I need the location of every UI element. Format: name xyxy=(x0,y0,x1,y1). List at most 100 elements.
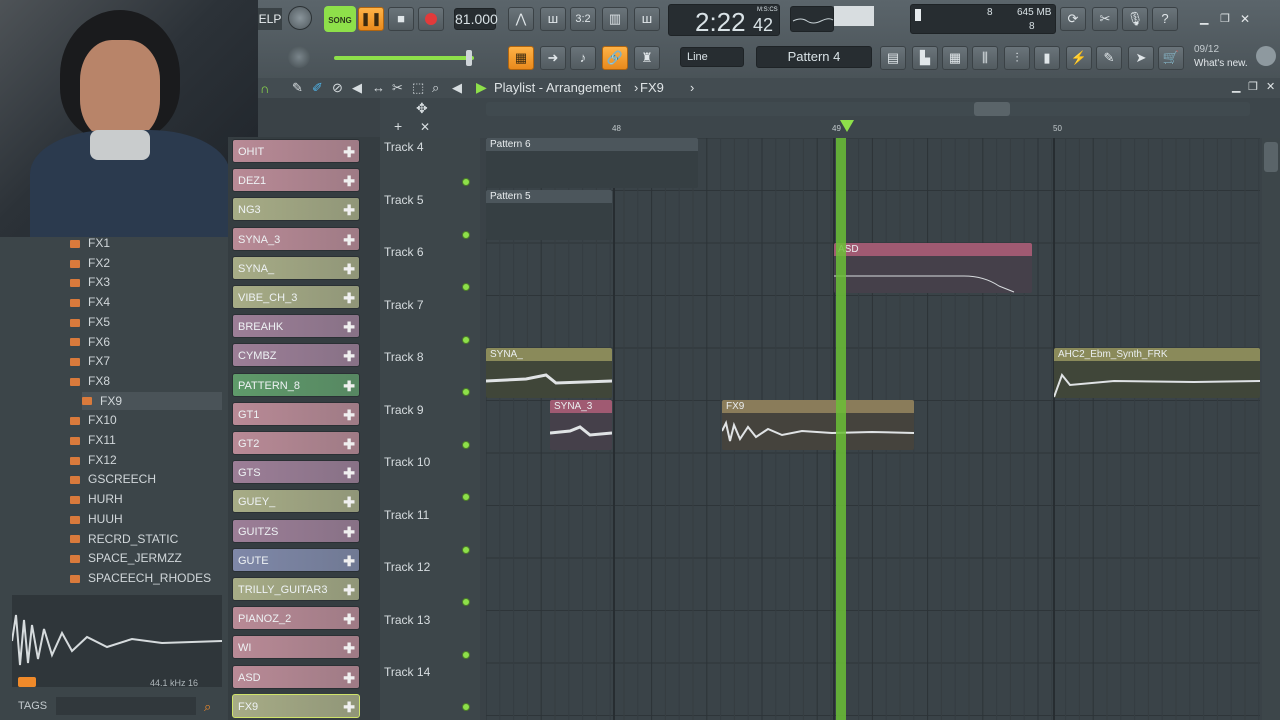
loop-record-icon[interactable]: ш xyxy=(634,7,660,31)
track-label[interactable]: Track 10 xyxy=(384,455,430,469)
channel-button[interactable]: GT2 ✚ xyxy=(232,431,360,455)
help-icon[interactable]: ? xyxy=(1152,7,1178,31)
track-mute-led[interactable] xyxy=(462,440,470,449)
browser-item[interactable]: HUUH xyxy=(70,510,123,528)
channel-button[interactable]: GUTE ✚ xyxy=(232,547,360,572)
browser-item[interactable]: FX12 xyxy=(70,451,117,469)
clip-syna[interactable]: SYNA_ xyxy=(486,348,612,398)
channel-button[interactable]: NG3 ✚ xyxy=(232,197,360,222)
track-label[interactable]: Track 14 xyxy=(384,665,430,679)
playhead-marker[interactable] xyxy=(840,120,854,132)
preview-play-icon[interactable] xyxy=(18,677,36,687)
track-mute-led[interactable] xyxy=(462,493,470,501)
browser-item[interactable]: FX4 xyxy=(70,293,110,311)
playlist-scrollbar[interactable] xyxy=(486,102,1250,116)
clip-ahc2-ebm-synth[interactable]: AHC2_Ebm_Synth_FRK xyxy=(1054,348,1260,398)
browser-item[interactable]: GSCREECH xyxy=(70,470,156,488)
channel-button[interactable]: VIBE_CH_3 ✚ xyxy=(232,285,360,309)
zoom-icon[interactable]: ⌕ xyxy=(432,80,439,96)
channel-move-icon[interactable]: ✚ xyxy=(343,432,355,454)
track-mute-led[interactable] xyxy=(462,650,470,659)
playlist-close-icon[interactable]: ✕ xyxy=(1266,80,1275,93)
select-icon[interactable]: ⬚ xyxy=(412,80,424,96)
close-icon[interactable]: ✕ xyxy=(1240,12,1254,26)
tempo-display[interactable]: 81.000 xyxy=(454,8,498,30)
browser-item[interactable]: FX1 xyxy=(70,234,110,252)
channel-button[interactable]: BREAHK ✚ xyxy=(232,314,360,339)
playlist-ruler[interactable]: + ✕ ✥ 48 49 50 xyxy=(380,98,1280,138)
channel-move-icon[interactable]: ✚ xyxy=(343,315,355,337)
channel-button[interactable]: GTS ✚ xyxy=(232,460,360,485)
channel-move-icon[interactable]: ✚ xyxy=(343,257,355,279)
channel-move-icon[interactable]: ✚ xyxy=(343,578,355,600)
vscroll-handle[interactable] xyxy=(1264,142,1278,172)
track-mute-led[interactable] xyxy=(462,545,470,554)
channel-move-icon[interactable]: ✚ xyxy=(343,403,355,425)
browser-item[interactable]: FX2 xyxy=(70,254,110,272)
master-volume-knob[interactable] xyxy=(288,6,312,30)
clip-syna-3[interactable]: SYNA_3 xyxy=(550,400,612,450)
clip-fx9[interactable]: FX9 xyxy=(722,400,914,450)
stamp-icon[interactable]: ♜ xyxy=(634,46,660,70)
browser-icon[interactable]: ▮ xyxy=(1034,46,1060,70)
channel-move-icon[interactable]: ✚ xyxy=(343,490,355,512)
channel-button[interactable]: OHIT ✚ xyxy=(232,139,360,163)
zoom-handle-icon[interactable]: ✥ xyxy=(416,100,428,117)
restore-icon[interactable]: ❐ xyxy=(1220,12,1234,25)
channel-button[interactable]: PATTERN_8 ✚ xyxy=(232,372,360,397)
channel-button[interactable]: SYNA_3 ✚ xyxy=(232,226,360,251)
channel-move-icon[interactable]: ✚ xyxy=(343,140,355,162)
browser-item[interactable]: FX10 xyxy=(70,411,117,429)
channel-move-icon[interactable]: ✚ xyxy=(343,344,355,366)
channel-button[interactable]: GT1 ✚ xyxy=(232,401,360,426)
channel-move-icon[interactable]: ✚ xyxy=(343,695,355,717)
channel-button[interactable]: ASD ✚ xyxy=(232,664,360,689)
channel-move-icon[interactable]: ✚ xyxy=(343,666,355,688)
wait-input-icon[interactable]: ш xyxy=(540,7,566,31)
browser-item[interactable]: SPACE_JERMZZ xyxy=(70,549,182,567)
globe-icon[interactable] xyxy=(1256,46,1276,66)
channel-move-icon[interactable]: ✚ xyxy=(343,636,355,658)
channel-rack-icon[interactable]: ▦ xyxy=(942,46,968,70)
search-icon[interactable]: ⌕ xyxy=(204,699,211,715)
track-label[interactable]: Track 7 xyxy=(384,298,424,312)
track-mute-led[interactable] xyxy=(462,178,470,186)
browser-item[interactable]: FX11 xyxy=(70,431,116,449)
browser-item[interactable]: FX5 xyxy=(70,313,110,331)
tools-icon[interactable]: ✎ xyxy=(1096,46,1122,70)
track-mute-led[interactable] xyxy=(462,703,470,711)
clip-pattern-6[interactable]: Pattern 6 xyxy=(486,138,698,188)
playlist-minimize-icon[interactable]: ▁ xyxy=(1232,80,1240,93)
channel-button[interactable]: GUEY_ ✚ xyxy=(232,489,360,514)
step-edit-icon[interactable]: ▥ xyxy=(602,7,628,31)
play-pattern-icon[interactable]: ▶ xyxy=(476,79,487,96)
track-mute-led[interactable] xyxy=(462,230,470,239)
master-volume-slider[interactable] xyxy=(334,56,474,60)
slip-icon[interactable]: ↔ xyxy=(372,80,385,95)
link-icon[interactable]: 🔗 xyxy=(602,46,628,70)
track-label[interactable]: Track 13 xyxy=(384,613,430,627)
pencil-icon[interactable]: ✎ xyxy=(292,80,303,96)
channel-button[interactable]: WI ✚ xyxy=(232,635,360,660)
help-menu[interactable]: ELP xyxy=(258,8,282,30)
channel-button[interactable]: CYMBZ ✚ xyxy=(232,343,360,368)
browser-item[interactable]: HURH xyxy=(70,490,123,508)
view-mixer-icon[interactable]: ▤ xyxy=(880,46,906,70)
track-label[interactable]: Track 11 xyxy=(384,508,429,522)
channel-move-icon[interactable]: ✚ xyxy=(343,607,355,629)
delete-icon[interactable]: ⊘ xyxy=(332,80,343,96)
refresh-icon[interactable]: ⟳ xyxy=(1060,7,1086,31)
minimize-icon[interactable]: ▁ xyxy=(1200,12,1214,25)
pattern-selector[interactable]: Pattern 4 xyxy=(756,46,872,68)
playlist-restore-icon[interactable]: ❐ xyxy=(1248,80,1258,93)
track-label[interactable]: Track 12 xyxy=(384,560,430,574)
channel-move-icon[interactable]: ✚ xyxy=(343,169,355,191)
channel-move-icon[interactable]: ✚ xyxy=(343,374,355,396)
track-mute-led[interactable] xyxy=(462,598,470,606)
track-mute-led[interactable] xyxy=(462,388,470,396)
snap-selector[interactable]: Line xyxy=(680,47,744,67)
playback-icon[interactable]: ◀ xyxy=(452,80,462,96)
vertical-scrollbar[interactable] xyxy=(1262,138,1280,720)
track-label[interactable]: Track 8 xyxy=(384,350,424,364)
sample-preview-waveform[interactable] xyxy=(11,595,223,687)
